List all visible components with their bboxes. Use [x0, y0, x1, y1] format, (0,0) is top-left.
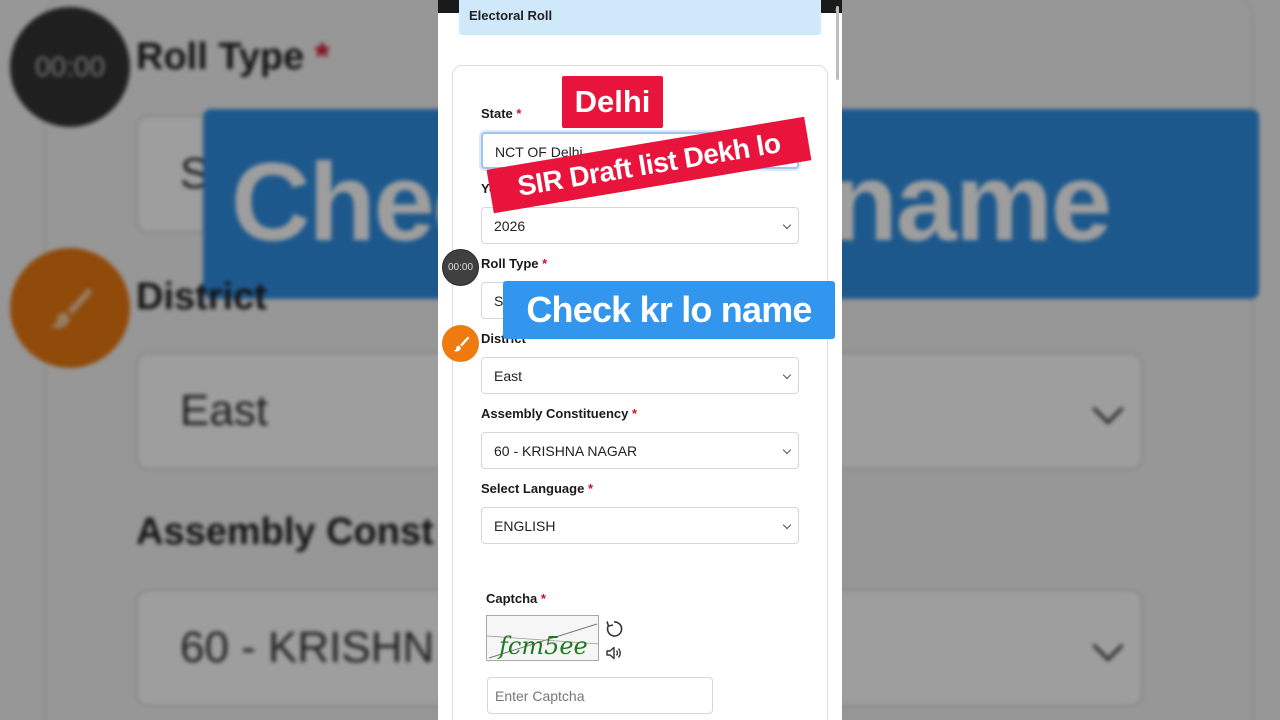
captcha-label: Captcha * — [486, 591, 546, 606]
required-mark: * — [587, 481, 593, 496]
chevron-down-icon — [782, 445, 792, 455]
speaker-icon[interactable] — [605, 644, 623, 662]
required-mark: * — [542, 256, 548, 271]
check-name-sticker-text: Check kr lo name — [526, 289, 812, 330]
language-select[interactable]: ENGLISH — [481, 507, 799, 544]
captcha-label-text: Captcha — [486, 591, 538, 606]
chevron-down-icon — [782, 220, 792, 230]
language-label-text: Select Language — [481, 481, 585, 496]
district-value: East — [494, 368, 523, 384]
state-label: State * — [481, 106, 521, 121]
notice-text: Electoral Roll — [469, 8, 553, 23]
captcha-input[interactable] — [487, 677, 713, 714]
roll-type-value: S — [494, 293, 504, 309]
captcha-image: fcm5ee — [486, 615, 599, 661]
required-mark: * — [540, 591, 546, 606]
captcha-text: fcm5ee — [497, 632, 588, 660]
language-value: ENGLISH — [494, 518, 556, 534]
brush-glyph — [453, 336, 469, 351]
brush-icon[interactable] — [442, 325, 479, 362]
required-mark: * — [516, 106, 522, 121]
check-name-sticker: Check kr lo name — [503, 281, 835, 339]
timer-icon[interactable]: 00:00 — [442, 249, 479, 286]
electoral-roll-notice: Electoral Roll — [459, 0, 821, 35]
required-mark: * — [632, 406, 638, 421]
assembly-label: Assembly Constituency * — [481, 406, 637, 421]
language-label: Select Language * — [481, 481, 593, 496]
assembly-label-text: Assembly Constituency — [481, 406, 629, 421]
delhi-sticker-text: Delhi — [574, 84, 651, 119]
delhi-sticker: Delhi — [562, 76, 663, 128]
scrollbar[interactable] — [836, 6, 839, 80]
year-value: 2026 — [494, 218, 526, 234]
refresh-icon[interactable] — [604, 619, 624, 639]
year-select[interactable]: 2026 — [481, 207, 799, 244]
assembly-select[interactable]: 60 - KRISHNA NAGAR — [481, 432, 799, 469]
roll-type-label: Roll Type * — [481, 256, 547, 271]
chevron-down-icon — [782, 520, 792, 530]
timer-text: 00:00 — [447, 262, 474, 273]
chevron-down-icon — [782, 370, 792, 380]
roll-type-label-text: Roll Type — [481, 256, 539, 271]
state-label-text: State — [481, 106, 513, 121]
district-select[interactable]: East — [481, 357, 799, 394]
captcha-glyphs: fcm5ee — [487, 623, 598, 660]
assembly-value: 60 - KRISHNA NAGAR — [494, 443, 638, 459]
